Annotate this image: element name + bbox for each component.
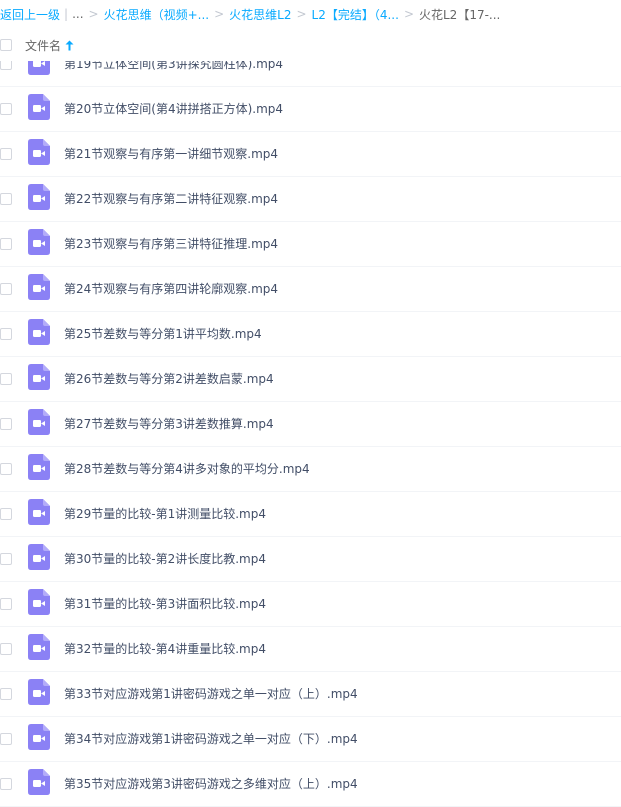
row-checkbox[interactable] (0, 373, 12, 385)
row-checkbox[interactable] (0, 328, 12, 340)
video-file-icon (28, 409, 50, 435)
file-row[interactable]: 第25节差数与等分第1讲平均数.mp4 (0, 312, 621, 357)
file-row[interactable]: 第23节观察与有序第三讲特征推理.mp4 (0, 222, 621, 267)
file-name[interactable]: 第24节观察与有序第四讲轮廓观察.mp4 (64, 280, 278, 297)
file-row[interactable]: 第22节观察与有序第二讲特征观察.mp4 (0, 177, 621, 222)
breadcrumb-ellipsis[interactable]: ... (72, 7, 83, 21)
video-file-icon (28, 769, 50, 795)
file-row[interactable]: 第32节量的比较-第4讲重量比较.mp4 (0, 627, 621, 672)
breadcrumb: 返回上一级 | ... > 火花思维（视频+... > 火花思维L2 > L2【… (0, 0, 621, 28)
row-checkbox[interactable] (0, 598, 12, 610)
file-name[interactable]: 第30节量的比较-第2讲长度比教.mp4 (64, 550, 266, 567)
chevron-right-icon: > (296, 7, 307, 21)
video-file-icon (28, 499, 50, 525)
row-checkbox[interactable] (0, 643, 12, 655)
chevron-right-icon: > (214, 7, 225, 21)
breadcrumb-current: 火花L2【17-... (419, 7, 501, 22)
video-file-icon (28, 184, 50, 210)
file-row[interactable]: 第21节观察与有序第一讲细节观察.mp4 (0, 132, 621, 177)
row-checkbox[interactable] (0, 508, 12, 520)
file-name[interactable]: 第27节差数与等分第3讲差数推算.mp4 (64, 415, 274, 432)
file-name[interactable]: 第32节量的比较-第4讲重量比较.mp4 (64, 640, 266, 657)
row-checkbox[interactable] (0, 238, 12, 250)
file-name[interactable]: 第31节量的比较-第3讲面积比较.mp4 (64, 595, 266, 612)
video-file-icon (28, 94, 50, 120)
file-row[interactable]: 第27节差数与等分第3讲差数推算.mp4 (0, 402, 621, 447)
file-name[interactable]: 第22节观察与有序第二讲特征观察.mp4 (64, 190, 278, 207)
video-file-icon (28, 679, 50, 705)
back-link[interactable]: 返回上一级 (0, 6, 60, 23)
chevron-right-icon: > (403, 7, 414, 21)
video-file-icon (28, 139, 50, 165)
file-name[interactable]: 第34节对应游戏第1讲密码游戏之单一对应（下）.mp4 (64, 730, 358, 747)
row-checkbox[interactable] (0, 778, 12, 790)
row-checkbox[interactable] (0, 103, 12, 115)
file-row[interactable]: 第33节对应游戏第1讲密码游戏之单一对应（上）.mp4 (0, 672, 621, 717)
video-file-icon (28, 364, 50, 390)
file-name[interactable]: 第29节量的比较-第1讲测量比较.mp4 (64, 505, 266, 522)
sort-ascending-icon[interactable] (65, 40, 74, 51)
row-checkbox[interactable] (0, 553, 12, 565)
file-row[interactable]: 第24节观察与有序第四讲轮廓观察.mp4 (0, 267, 621, 312)
file-name[interactable]: 第23节观察与有序第三讲特征推理.mp4 (64, 235, 278, 252)
video-file-icon (28, 274, 50, 300)
video-file-icon (28, 634, 50, 660)
video-file-icon (28, 229, 50, 255)
video-file-icon (28, 544, 50, 570)
row-checkbox[interactable] (0, 463, 12, 475)
row-checkbox[interactable] (0, 283, 12, 295)
file-row[interactable]: 第28节差数与等分第4讲多对象的平均分.mp4 (0, 447, 621, 492)
chevron-right-icon: > (88, 7, 99, 21)
row-checkbox[interactable] (0, 193, 12, 205)
file-name[interactable]: 第26节差数与等分第2讲差数启蒙.mp4 (64, 370, 274, 387)
column-header-label: 文件名 (25, 39, 62, 53)
top-bar: 返回上一级 | ... > 火花思维（视频+... > 火花思维L2 > L2【… (0, 0, 621, 61)
file-row[interactable]: 第34节对应游戏第1讲密码游戏之单一对应（下）.mp4 (0, 717, 621, 762)
file-row[interactable]: 第20节立体空间(第4讲拼搭正方体).mp4 (0, 87, 621, 132)
file-list: 第19节立体空间(第3讲探究圆柱体).mp4 第20节立体空间(第4讲拼搭正方体)… (0, 0, 621, 807)
file-row[interactable]: 第35节对应游戏第3讲密码游戏之多维对应（上）.mp4 (0, 762, 621, 807)
list-header: 文件名 (0, 28, 621, 61)
breadcrumb-item-2[interactable]: 火花思维L2 (229, 6, 291, 23)
file-name[interactable]: 第33节对应游戏第1讲密码游戏之单一对应（上）.mp4 (64, 685, 358, 702)
breadcrumb-item-3[interactable]: L2【完结】（4... (312, 6, 399, 23)
video-file-icon (28, 454, 50, 480)
row-checkbox[interactable] (0, 418, 12, 430)
select-all-checkbox[interactable] (0, 39, 12, 51)
row-checkbox[interactable] (0, 733, 12, 745)
file-name[interactable]: 第35节对应游戏第3讲密码游戏之多维对应（上）.mp4 (64, 775, 358, 792)
video-file-icon (28, 724, 50, 750)
file-row[interactable]: 第29节量的比较-第1讲测量比较.mp4 (0, 492, 621, 537)
file-name[interactable]: 第25节差数与等分第1讲平均数.mp4 (64, 325, 262, 342)
file-row[interactable]: 第26节差数与等分第2讲差数启蒙.mp4 (0, 357, 621, 402)
breadcrumb-item-1[interactable]: 火花思维（视频+... (104, 6, 210, 23)
file-row[interactable]: 第30节量的比较-第2讲长度比教.mp4 (0, 537, 621, 582)
file-name[interactable]: 第21节观察与有序第一讲细节观察.mp4 (64, 145, 278, 162)
row-checkbox[interactable] (0, 148, 12, 160)
video-file-icon (28, 589, 50, 615)
file-name[interactable]: 第20节立体空间(第4讲拼搭正方体).mp4 (64, 100, 283, 117)
row-checkbox[interactable] (0, 688, 12, 700)
video-file-icon (28, 319, 50, 345)
file-name[interactable]: 第28节差数与等分第4讲多对象的平均分.mp4 (64, 460, 310, 477)
file-row[interactable]: 第31节量的比较-第3讲面积比较.mp4 (0, 582, 621, 627)
column-header-name[interactable]: 文件名 (25, 37, 74, 54)
divider: | (64, 7, 69, 21)
